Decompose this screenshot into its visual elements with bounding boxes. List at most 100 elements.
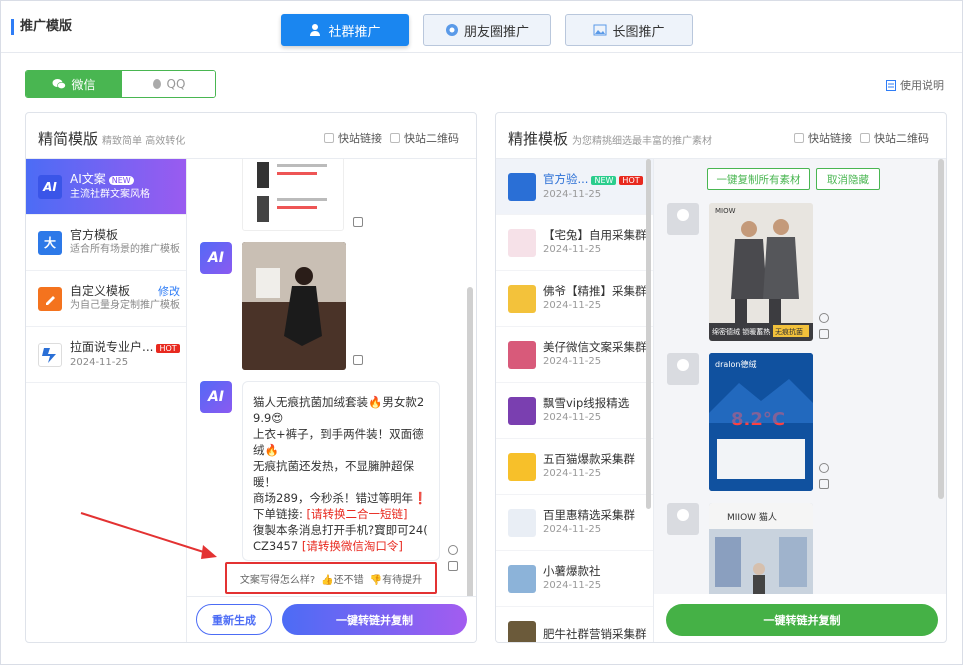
help-link[interactable]: 使用说明 [886, 77, 944, 93]
help-label: 使用说明 [900, 79, 944, 92]
tab-longimage-promo[interactable]: 长图推广 [565, 14, 693, 46]
panel-subtitle: 精致简单 高效转化 [102, 136, 186, 147]
message-line: 下单链接: [请转换二合一短链] [253, 506, 429, 522]
group-name: 小薯爆款社 [543, 564, 601, 578]
group-text: 佛爷【精推】采集群 2024-11-25 [543, 284, 647, 313]
group-date: 2024-11-25 [543, 300, 602, 311]
group-icon [310, 24, 321, 36]
copy-icon[interactable] [353, 355, 363, 365]
group-item[interactable]: 飘雪vip线报精选 2024-11-25 [496, 383, 653, 439]
ai-message-bubble: 猫人无痕抗菌加绒套装🔥男女款2 9.9😍 上衣+裤子，到手两件装！双面德 绒🔥 … [242, 381, 440, 561]
group-date: 2024-11-25 [543, 580, 602, 591]
panel-header: 精简模版 精致简单 高效转化 快站链接 快站二维码 [26, 113, 476, 159]
tab-group-promo[interactable]: 社群推广 [281, 14, 409, 46]
qq-icon [152, 79, 161, 89]
annotation-arrow-icon [80, 512, 217, 559]
kuaizhan-link-checkbox[interactable]: 快站链接 [794, 130, 852, 146]
pen-glyph [46, 295, 55, 305]
hide-icon[interactable] [819, 463, 829, 473]
thumbs-up-button[interactable]: 👍还不错 [321, 571, 363, 586]
platform-switch: 微信 QQ [25, 70, 216, 98]
regenerate-button[interactable]: 重新生成 [196, 604, 272, 635]
feedback-bad: 有待提升 [382, 574, 423, 586]
hot-badge: HOT [156, 343, 180, 353]
group-text: 飘雪vip线报精选 2024-11-25 [543, 396, 629, 425]
group-list: 官方验... NEW HOT 2024-11-25 【宅兔】自用采集群 2024-11-… [496, 159, 654, 642]
product-thumbnail [257, 162, 327, 222]
copy-icon[interactable] [819, 329, 829, 339]
group-text: 官方验... NEW HOT 2024-11-25 [543, 172, 643, 202]
caption-text: 无痕抗菌 [775, 327, 803, 336]
group-item[interactable]: 官方验... NEW HOT 2024-11-25 [496, 159, 653, 215]
panel-title-text: 精简模版 [38, 130, 99, 148]
copy-icon[interactable] [448, 561, 458, 571]
group-avatar [508, 452, 536, 481]
nav-title-row: 拉面说专业户... HOT [70, 340, 180, 356]
scrollbar[interactable] [938, 159, 944, 499]
scrollbar[interactable] [646, 159, 651, 509]
group-avatar [508, 508, 536, 537]
message-line: CZ3457 [请转换微信淘口令] [253, 538, 429, 554]
group-avatar [508, 396, 536, 425]
scrollbar[interactable] [467, 287, 473, 596]
kuaizhan-qrcode-checkbox[interactable]: 快站二维码 [860, 130, 929, 146]
group-text: 百里惠精选采集群 2024-11-25 [543, 508, 635, 537]
group-item[interactable]: 佛爷【精推】采集群 2024-11-25 [496, 271, 653, 327]
nav-title-row: AI文案 NEW [70, 172, 150, 188]
nav-ai-copy[interactable]: AI AI文案 NEW 主流社群文案风格 [26, 159, 186, 215]
group-item[interactable]: 美仔微信文案采集群 2024-11-25 [496, 327, 653, 383]
nav-custom-lamianshuo[interactable]: 拉面说专业户... HOT 2024-11-25 [26, 327, 186, 383]
refresh-icon[interactable] [448, 545, 458, 555]
group-avatar [508, 228, 536, 257]
tab-moments-promo[interactable]: 朋友圈推广 [423, 14, 551, 46]
hide-icon[interactable] [819, 313, 829, 323]
copy-icon[interactable] [819, 479, 829, 489]
checkbox-label: 快站链接 [338, 132, 382, 145]
group-item[interactable]: 百里惠精选采集群 2024-11-25 [496, 495, 653, 551]
group-date: 2024-11-25 [543, 412, 602, 423]
nav-title: 拉面说专业户... [70, 339, 154, 354]
left-action-bar: 重新生成 一键转链并复制 [187, 596, 476, 642]
convert-copy-button[interactable]: 一键转链并复制 [666, 604, 938, 636]
user-avatar [667, 503, 699, 535]
checkbox-box [794, 133, 804, 143]
checkbox-box [324, 133, 334, 143]
cancel-hide-button[interactable]: 取消隐藏 [816, 168, 880, 190]
short-link-placeholder[interactable]: [请转换二合一短链] [307, 507, 408, 521]
kuaizhan-link-checkbox[interactable]: 快站链接 [324, 130, 382, 146]
page-title: 推广模版 [11, 19, 72, 35]
top-bar: 推广模版 社群推广 朋友圈推广 长图推广 [1, 1, 962, 53]
platform-wechat[interactable]: 微信 [26, 71, 122, 97]
checkbox-label: 快站链接 [808, 132, 852, 145]
line-text: 下单链接: [253, 507, 307, 521]
thumbs-down-button[interactable]: 👎有待提升 [370, 571, 422, 586]
message-line: 上衣+裤子，到手两件装！双面德 [253, 427, 424, 441]
group-name: 五百猫爆款采集群 [543, 452, 635, 466]
nav-official-template[interactable]: 大 官方模板 适合所有场景的推广模板 [26, 215, 186, 271]
logo-glyph [42, 347, 56, 363]
ai-icon: AI [38, 174, 62, 199]
tab-label: 社群推广 [328, 24, 381, 40]
platform-qq[interactable]: QQ [122, 71, 215, 97]
nav-title: AI文案 [70, 171, 106, 186]
group-item[interactable]: 【宅兔】自用采集群 2024-11-25 [496, 215, 653, 271]
message-line: 无痕抗菌还发热，不显臃肿超保 [253, 459, 414, 473]
group-item[interactable]: 五百猫爆款采集群 2024-11-25 [496, 439, 653, 495]
group-item[interactable]: 肥牛社群营销采集群 [496, 607, 653, 642]
convert-copy-button[interactable]: 一键转链并复制 [282, 604, 467, 635]
group-name: 官方验... [543, 171, 589, 186]
product-image-1 [242, 159, 344, 231]
tao-password-placeholder[interactable]: [请转换微信淘口令] [302, 539, 403, 553]
copy-icon[interactable] [353, 217, 363, 227]
edit-link[interactable]: 修改 [158, 283, 180, 299]
message-text: 猫人无痕抗菌加绒套装🔥男女款2 9.9😍 上衣+裤子，到手两件装！双面德 绒🔥 … [253, 394, 429, 554]
document-icon [886, 79, 896, 91]
group-item[interactable]: 小薯爆款社 2024-11-25 [496, 551, 653, 607]
nav-custom-template[interactable]: 自定义模板 为自己量身定制推广模板 修改 [26, 271, 186, 327]
promo-tabs: 社群推广 朋友圈推广 长图推广 [281, 14, 693, 46]
message-line: 復製本条消息打开手机?寳即可24( [253, 523, 428, 537]
copy-all-button[interactable]: 一键复制所有素材 [707, 168, 810, 190]
image-icon [593, 24, 607, 36]
group-avatar [508, 172, 536, 201]
kuaizhan-qrcode-checkbox[interactable]: 快站二维码 [390, 130, 459, 146]
